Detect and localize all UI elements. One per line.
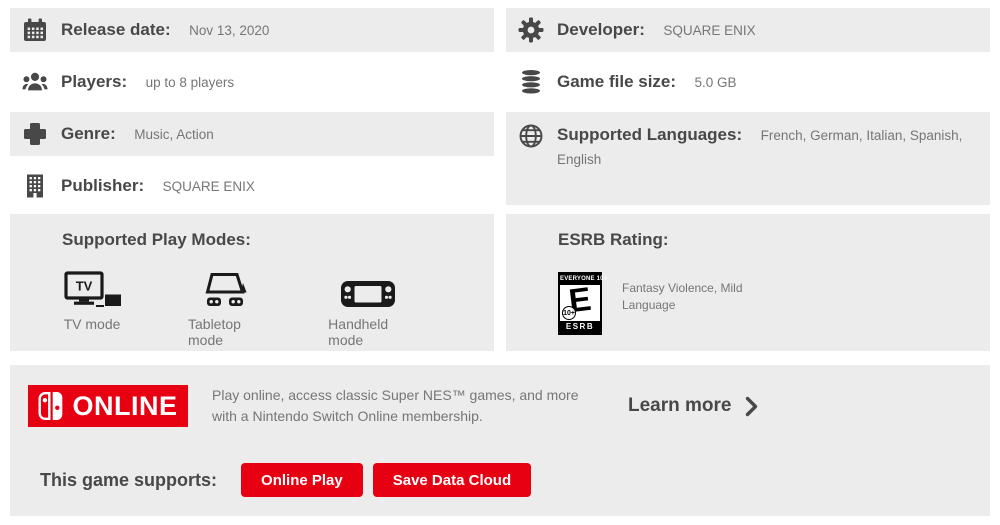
learn-more-label: Learn more bbox=[628, 395, 731, 417]
building-icon bbox=[22, 173, 48, 199]
languages-label: Supported Languages: bbox=[557, 125, 742, 144]
game-supports-label: This game supports: bbox=[40, 470, 217, 491]
esrb-age-badge: 10+ bbox=[562, 306, 576, 320]
tv-mode-icon: TV bbox=[62, 270, 122, 308]
info-row-publisher: Publisher: SQUARE ENIX bbox=[10, 164, 494, 208]
esrb-rating-logo[interactable]: EVERYONE 10+ E 10+ ESRB bbox=[558, 272, 602, 335]
info-row-players: Players: up to 8 players bbox=[10, 60, 494, 104]
dpad-icon bbox=[22, 121, 48, 147]
esrb-org-label: ESRB bbox=[560, 321, 600, 333]
esrb-rating-category: EVERYONE 10+ bbox=[560, 274, 600, 285]
publisher-value: SQUARE ENIX bbox=[163, 179, 255, 194]
players-label: Players: bbox=[61, 72, 127, 91]
info-row-developer: Developer: SQUARE ENIX bbox=[506, 8, 990, 52]
tabletop-mode-label: Tabletop mode bbox=[188, 316, 262, 348]
nso-description: Play online, access classic Super NES™ g… bbox=[212, 385, 594, 427]
info-row-release-date: Release date: Nov 13, 2020 bbox=[10, 8, 494, 52]
players-icon bbox=[22, 69, 48, 95]
handheld-mode-label: Handheld mode bbox=[328, 316, 408, 348]
info-row-genre: Genre: Music, Action bbox=[10, 112, 494, 156]
globe-icon bbox=[518, 123, 544, 149]
handheld-mode-icon bbox=[340, 270, 396, 308]
online-play-button[interactable]: Online Play bbox=[241, 463, 363, 497]
nintendo-switch-online-section: ONLINE Play online, access classic Super… bbox=[10, 365, 990, 516]
release-date-label: Release date: bbox=[61, 20, 171, 39]
play-mode-tv: TV TV mode bbox=[62, 270, 122, 348]
game-details-section: Release date: Nov 13, 2020 Pl bbox=[0, 0, 1000, 516]
calendar-icon bbox=[22, 17, 48, 43]
database-icon bbox=[518, 69, 544, 95]
esrb-rating-panel: ESRB Rating: EVERYONE 10+ E 10+ ESRB Fan… bbox=[506, 214, 990, 351]
genre-value: Music, Action bbox=[134, 127, 214, 142]
info-row-languages: Supported Languages: French, German, Ita… bbox=[506, 112, 990, 205]
tabletop-mode-icon bbox=[196, 270, 254, 308]
esrb-heading: ESRB Rating: bbox=[558, 230, 970, 250]
joycon-icon bbox=[38, 391, 64, 421]
genre-label: Genre: bbox=[61, 124, 116, 143]
gear-icon bbox=[518, 17, 544, 43]
save-data-cloud-button[interactable]: Save Data Cloud bbox=[373, 463, 531, 497]
play-modes-heading: Supported Play Modes: bbox=[62, 230, 474, 250]
esrb-descriptors: Fantasy Violence, Mild Language bbox=[622, 280, 792, 335]
play-mode-handheld: Handheld mode bbox=[328, 270, 408, 348]
supported-play-modes-panel: Supported Play Modes: TV TV mode bbox=[10, 214, 494, 351]
info-column-right: Developer: SQUARE ENIX Game file size: 5… bbox=[506, 8, 990, 205]
play-mode-tabletop: Tabletop mode bbox=[188, 270, 262, 348]
players-value: up to 8 players bbox=[146, 75, 235, 90]
release-date-value: Nov 13, 2020 bbox=[189, 23, 269, 38]
nso-logo-text: ONLINE bbox=[72, 391, 177, 422]
file-size-value: 5.0 GB bbox=[695, 75, 737, 90]
file-size-label: Game file size: bbox=[557, 72, 676, 91]
svg-text:TV: TV bbox=[76, 279, 93, 294]
info-row-file-size: Game file size: 5.0 GB bbox=[506, 60, 990, 104]
developer-value: SQUARE ENIX bbox=[663, 23, 755, 38]
tv-mode-label: TV mode bbox=[64, 316, 121, 332]
info-column-left: Release date: Nov 13, 2020 Pl bbox=[10, 8, 494, 208]
developer-label: Developer: bbox=[557, 20, 645, 39]
learn-more-link[interactable]: Learn more bbox=[628, 395, 758, 417]
esrb-rating-letter-block: E 10+ bbox=[560, 285, 600, 321]
chevron-right-icon bbox=[745, 396, 758, 417]
publisher-label: Publisher: bbox=[61, 176, 144, 195]
nintendo-switch-online-logo: ONLINE bbox=[28, 385, 188, 427]
